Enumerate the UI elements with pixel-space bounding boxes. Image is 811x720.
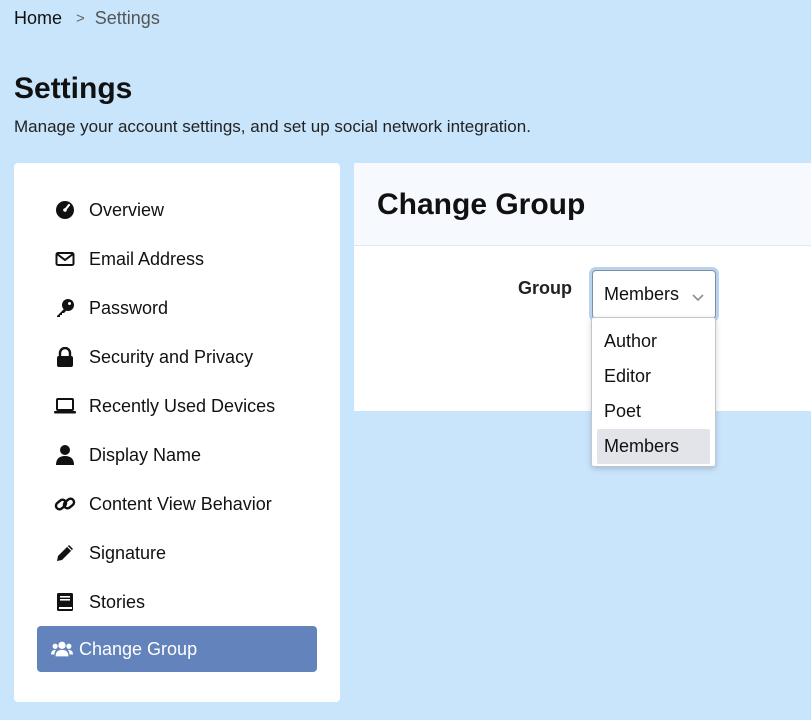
page-subtitle: Manage your account settings, and set up…	[14, 117, 531, 136]
sidebar-item-label: Recently Used Devices	[89, 395, 276, 416]
panel-title: Change Group	[377, 188, 586, 221]
user-icon	[54, 444, 76, 466]
group-option-members[interactable]: Members	[597, 429, 710, 464]
sidebar-item-label: Change Group	[79, 638, 198, 659]
sidebar-item-email-address[interactable]: Email Address	[37, 236, 317, 282]
group-option-editor[interactable]: Editor	[597, 359, 710, 394]
sidebar-item-label: Security and Privacy	[89, 346, 254, 367]
sidebar-item-content-view[interactable]: Content View Behavior	[37, 481, 317, 527]
pencil-icon	[54, 542, 76, 564]
sidebar-item-stories[interactable]: Stories	[37, 579, 317, 625]
group-dropdown-list: Author Editor Poet Members	[591, 317, 716, 467]
group-select[interactable]: Members	[592, 270, 716, 319]
envelope-icon	[54, 248, 76, 270]
sidebar-item-label: Password	[89, 297, 169, 318]
sidebar-item-label: Signature	[89, 542, 167, 563]
link-icon	[54, 493, 76, 515]
laptop-icon	[54, 395, 76, 417]
group-option-author[interactable]: Author	[597, 324, 710, 359]
sidebar-item-change-group[interactable]: Change Group	[37, 626, 317, 672]
sidebar-item-label: Email Address	[89, 248, 205, 269]
sidebar-item-security-privacy[interactable]: Security and Privacy	[37, 334, 317, 380]
settings-sidebar: Overview Email Address Password Security…	[14, 163, 340, 702]
group-option-poet[interactable]: Poet	[597, 394, 710, 429]
breadcrumb: Home > Settings	[14, 8, 160, 29]
dashboard-gauge-icon	[54, 199, 76, 221]
sidebar-item-label: Display Name	[89, 444, 202, 465]
sidebar-item-label: Content View Behavior	[89, 493, 272, 514]
users-icon	[51, 638, 73, 660]
sidebar-item-password[interactable]: Password	[37, 285, 317, 331]
sidebar-item-label: Stories	[89, 591, 146, 612]
page-title: Settings	[14, 72, 133, 105]
sidebar-item-overview[interactable]: Overview	[37, 187, 317, 233]
sidebar-item-display-name[interactable]: Display Name	[37, 432, 317, 478]
group-select-value: Members	[604, 284, 680, 304]
breadcrumb-home-link[interactable]: Home	[14, 8, 62, 29]
breadcrumb-separator-icon: >	[76, 10, 85, 27]
change-group-panel: Change Group Group Members	[354, 163, 811, 411]
key-icon	[54, 297, 76, 319]
sidebar-item-signature[interactable]: Signature	[37, 530, 317, 576]
chevron-down-icon	[691, 287, 705, 308]
sidebar-item-recent-devices[interactable]: Recently Used Devices	[37, 383, 317, 429]
breadcrumb-current: Settings	[94, 8, 160, 28]
sidebar-item-label: Overview	[89, 199, 165, 220]
lock-icon	[54, 346, 76, 368]
group-field-label: Group	[518, 278, 572, 298]
book-icon	[54, 591, 76, 613]
